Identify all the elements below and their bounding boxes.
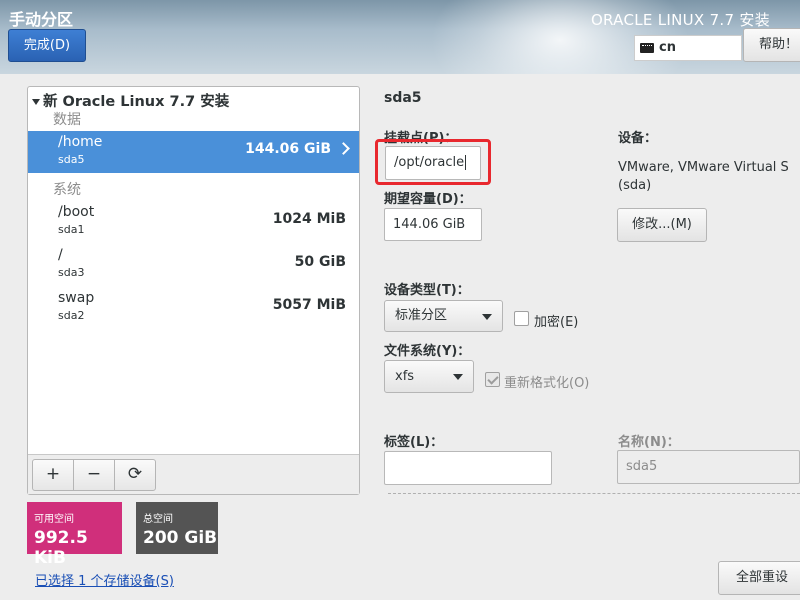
device-type-value: 标准分区 [395, 308, 448, 323]
device-type-select[interactable]: 标准分区 [384, 300, 503, 332]
top-header: 手动分区 完成(D) ORACLE LINUX 7.7 安装 cn 帮助！ [0, 0, 800, 74]
chevron-right-icon [337, 142, 350, 155]
dropdown-arrow-icon [482, 314, 492, 320]
partition-mount: /home [58, 134, 103, 150]
filesystem-value: xfs [395, 369, 415, 384]
available-space-label: 可用空间 [34, 514, 74, 525]
partition-mount: / [58, 247, 63, 263]
partition-device: sda3 [58, 266, 85, 279]
capacity-label: 期望容量(D)： [384, 192, 472, 207]
capacity-input[interactable]: 144.06 GiB [384, 208, 482, 241]
selected-storage-link[interactable]: 已选择 1 个存储设备(S) [35, 570, 174, 589]
highlight-annotation [375, 139, 491, 185]
partition-item-root[interactable]: / sda3 50 GiB [28, 244, 359, 286]
filesystem-label: 文件系统(Y)： [384, 344, 471, 359]
reformat-label: 重新格式化(O) [504, 376, 590, 391]
name-input[interactable]: sda5 [617, 450, 800, 484]
partition-list-panel: 新 Oracle Linux 7.7 安装 数据 /home sda5 144.… [27, 86, 360, 495]
tag-label: 标签(L)： [384, 435, 444, 450]
install-group-title: 新 Oracle Linux 7.7 安装 [43, 94, 230, 110]
reset-all-button[interactable]: 全部重设(R) [718, 561, 800, 595]
reformat-checkbox[interactable] [485, 372, 500, 387]
help-button[interactable]: 帮助！ [743, 28, 800, 62]
modify-device-button[interactable]: 修改...(M) [617, 208, 707, 242]
partition-item-home[interactable]: /home sda5 144.06 GiB [28, 131, 359, 173]
name-value: sda5 [626, 459, 658, 474]
partition-mount: /boot [58, 204, 95, 220]
done-button[interactable]: 完成(D) [8, 29, 86, 62]
total-space-label: 总空间 [143, 514, 173, 525]
name-label: 名称(N)： [618, 435, 680, 450]
dropdown-arrow-icon [453, 374, 463, 380]
product-title: ORACLE LINUX 7.7 安装 [590, 11, 770, 29]
partition-size: 50 GiB [294, 254, 346, 270]
keyboard-icon [640, 43, 654, 53]
total-space-value: 200 GiB [143, 528, 218, 548]
partition-size: 144.06 GiB [245, 141, 331, 157]
partition-size: 5057 MiB [272, 297, 346, 313]
expander-triangle-icon [32, 99, 40, 105]
remove-partition-button[interactable]: − [73, 459, 115, 491]
install-group-header[interactable]: 新 Oracle Linux 7.7 安装 [32, 90, 229, 111]
available-space-value: 992.5 KiB [34, 528, 88, 568]
partition-size: 1024 MiB [272, 211, 346, 227]
filesystem-select[interactable]: xfs [384, 360, 474, 393]
device-description: VMware, VMware Virtual S (sda) [618, 159, 789, 195]
device-id: (sda) [618, 178, 652, 193]
partition-item-boot[interactable]: /boot sda1 1024 MiB [28, 201, 359, 243]
partition-device: sda1 [58, 223, 85, 236]
encrypt-checkbox[interactable] [514, 311, 529, 326]
partition-device: sda2 [58, 309, 85, 322]
encrypt-label: 加密(E) [534, 315, 579, 330]
keyboard-layout-label: cn [659, 40, 676, 55]
keyboard-layout-indicator[interactable]: cn [634, 35, 742, 61]
capacity-value: 144.06 GiB [393, 217, 466, 232]
refresh-button[interactable]: ⟳ [114, 459, 156, 491]
device-name: VMware, VMware Virtual S [618, 160, 789, 175]
device-type-label: 设备类型(T)： [384, 283, 470, 298]
separator-line [388, 493, 800, 494]
partition-mount: swap [58, 290, 95, 306]
section-label-system: 系统 [53, 182, 81, 198]
add-partition-button[interactable]: + [32, 459, 74, 491]
partition-detail-title: sda5 [384, 90, 422, 106]
partition-device: sda5 [58, 153, 85, 166]
partition-toolbar: + − ⟳ [28, 454, 359, 494]
partition-item-swap[interactable]: swap sda2 5057 MiB [28, 287, 359, 329]
device-label: 设备： [618, 131, 658, 146]
tag-input[interactable] [384, 451, 552, 485]
section-label-data: 数据 [53, 112, 81, 128]
page-title: 手动分区 [9, 10, 74, 29]
total-space-tile: 总空间 200 GiB [136, 502, 218, 554]
available-space-tile: 可用空间 992.5 KiB [27, 502, 122, 568]
